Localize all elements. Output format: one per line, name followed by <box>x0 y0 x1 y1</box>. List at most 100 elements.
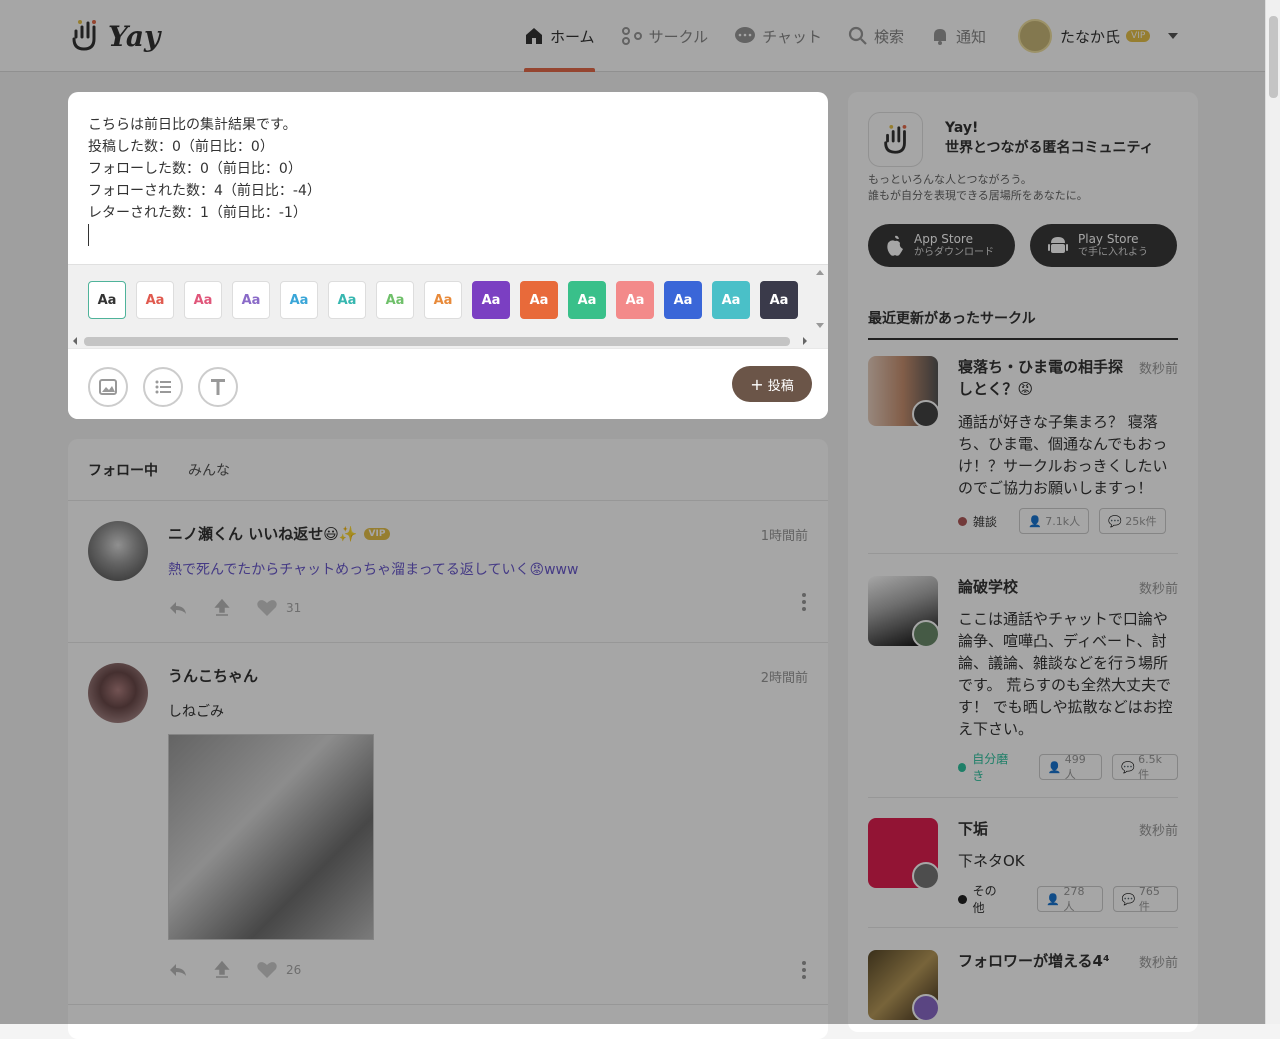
composer-textarea[interactable]: こちらは前日比の集計結果です。 投稿した数：0（前日比：0） フォローした数：0… <box>68 92 828 264</box>
post-avatar[interactable] <box>88 663 148 723</box>
composer-line: こちらは前日比の集計結果です。 <box>88 117 297 133</box>
color-swatch[interactable]: Aa <box>424 281 462 319</box>
android-icon <box>1048 236 1068 253</box>
owner-avatar <box>912 862 940 890</box>
reply-button[interactable] <box>168 600 188 616</box>
owner-avatar <box>912 994 940 1022</box>
circle-time: 数秒前 <box>1138 362 1178 377</box>
post-button[interactable]: + 投稿 <box>732 366 812 402</box>
hand-logo-icon <box>72 20 96 51</box>
color-swatch[interactable]: Aa <box>520 281 558 319</box>
list-icon <box>155 380 171 394</box>
post-time: 1時間前 <box>760 529 808 544</box>
share-button[interactable] <box>214 961 230 979</box>
arrow-right-icon <box>803 337 807 345</box>
color-swatch[interactable]: Aa <box>88 281 126 319</box>
person-icon: 👤 <box>1046 892 1064 906</box>
composer-line: フォローした数：0（前日比：0） <box>88 161 302 177</box>
member-count: 👤 7.1k人 <box>1019 508 1090 534</box>
post-button-label: 投稿 <box>767 378 794 394</box>
color-swatch[interactable]: Aa <box>760 281 798 319</box>
post-count: 💬 25k件 <box>1099 508 1166 534</box>
share-button[interactable] <box>214 599 230 617</box>
like-button[interactable]: 31 <box>256 599 301 617</box>
circle-item[interactable]: 下垢 数秒前 下ネタOK その他 👤 278人 💬 765件 <box>868 818 1178 928</box>
swatch-scrollbar[interactable] <box>812 265 828 335</box>
circle-category: その他 <box>972 884 997 915</box>
post-avatar[interactable] <box>88 521 148 581</box>
page-scrollbar[interactable] <box>1265 0 1280 1024</box>
post-item[interactable]: ニノ瀬くん いいね返せ😃✨ VIP 1時間前 熱で死んでたからチャットめっちゃ溜… <box>68 501 828 643</box>
color-swatch[interactable]: Aa <box>712 281 750 319</box>
more-icon[interactable] <box>802 593 806 614</box>
yay-logo[interactable]: Yay <box>68 14 160 58</box>
circle-item[interactable]: 寝落ち・ひま電の相手探しとく？😡 数秒前 通話が好きな子集まろ？ 寝落ち、ひま電… <box>868 356 1178 554</box>
color-swatch[interactable]: Aa <box>136 281 174 319</box>
member-count-value: 7.1k人 <box>1045 515 1081 528</box>
circle-item[interactable]: 論破学校 数秒前 ここは通話やチャットで口論や論争、喧嘩凸、ディベート、討論、議… <box>868 576 1178 798</box>
color-swatch[interactable]: Aa <box>280 281 318 319</box>
composer-toolbar: + 投稿 <box>68 348 828 419</box>
circle-name: 下垢 <box>958 820 989 838</box>
image-button[interactable] <box>88 367 128 407</box>
reply-button[interactable] <box>168 962 188 978</box>
color-swatch[interactable]: Aa <box>184 281 222 319</box>
list-button[interactable] <box>143 367 183 407</box>
circle-item[interactable]: フォロワーが増える4⁴ 数秒前 <box>868 950 1178 1030</box>
post-author[interactable]: ニノ瀬くん いいね返せ😃✨ VIP <box>168 523 391 544</box>
nav-search-label: 検索 <box>873 27 904 46</box>
like-button[interactable]: 26 <box>256 961 301 979</box>
color-swatch[interactable]: Aa <box>232 281 270 319</box>
plus-icon: + <box>750 374 764 394</box>
post-author[interactable]: うんこちゃん <box>168 665 258 686</box>
app-store-button[interactable]: App Store からダウンロード <box>868 224 1015 267</box>
color-swatch[interactable]: Aa <box>376 281 414 319</box>
color-swatch[interactable]: Aa <box>616 281 654 319</box>
color-swatch[interactable]: Aa <box>328 281 366 319</box>
nav-circle-label: サークル <box>648 27 709 46</box>
color-swatch[interactable]: Aa <box>568 281 606 319</box>
horizontal-scrollbar[interactable] <box>68 333 812 349</box>
post-image[interactable] <box>168 734 374 940</box>
recent-circles-heading: 最近更新があったサークル <box>868 308 1178 340</box>
like-count: 26 <box>286 963 302 977</box>
reply-icon <box>170 964 186 976</box>
scroll-thumb[interactable] <box>1269 16 1278 98</box>
app-name: Yay! <box>945 120 979 136</box>
tab-following[interactable]: フォロー中 <box>88 460 158 480</box>
share-icon <box>214 599 230 616</box>
user-menu[interactable]: たなか氏 VIP <box>1018 19 1179 53</box>
play-store-button[interactable]: Play Store で手に入れよう <box>1030 224 1177 267</box>
color-swatch[interactable]: Aa <box>472 281 510 319</box>
play-store-sub: で手に入れよう <box>1078 246 1148 258</box>
nav-notification[interactable]: 通知 <box>930 0 986 72</box>
play-store-title: Play Store <box>1078 231 1139 246</box>
post-count-value: 6.5k件 <box>1138 752 1163 781</box>
share-icon <box>214 961 230 978</box>
image-icon <box>99 379 117 395</box>
member-count: 👤 499人 <box>1038 753 1102 781</box>
chat-icon: 💬 <box>1108 514 1126 528</box>
circle-time: 数秒前 <box>1138 582 1178 597</box>
composer-line: レターされた数：1（前日比：-1） <box>88 205 307 221</box>
nav-circle[interactable]: サークル <box>621 0 709 72</box>
circle-meta: その他 👤 278人 💬 765件 <box>958 882 1178 916</box>
arrow-up-icon <box>816 270 824 328</box>
circle-category: 雑談 <box>973 514 998 529</box>
nav-search[interactable]: 検索 <box>848 0 904 72</box>
scroll-thumb[interactable] <box>84 337 790 346</box>
circle-icon <box>621 27 642 45</box>
nav-chat[interactable]: チャット <box>734 0 822 72</box>
more-icon[interactable] <box>802 961 806 982</box>
nav-home[interactable]: ホーム <box>524 0 595 72</box>
color-swatch[interactable]: Aa <box>664 281 702 319</box>
nav-chat-label: チャット <box>762 27 822 46</box>
post-item[interactable]: うんこちゃん 2時間前 しねごみ 26 <box>68 643 828 1005</box>
composer-line: 投稿した数：0（前日比：0） <box>88 139 274 155</box>
chat-icon <box>735 27 756 43</box>
tab-everyone[interactable]: みんな <box>188 460 230 480</box>
post-composer: こちらは前日比の集計結果です。 投稿した数：0（前日比：0） フォローした数：0… <box>68 92 828 419</box>
post-text: しねごみ <box>168 704 224 720</box>
text-style-button[interactable] <box>198 367 238 407</box>
post-count-value: 25k件 <box>1125 515 1157 528</box>
